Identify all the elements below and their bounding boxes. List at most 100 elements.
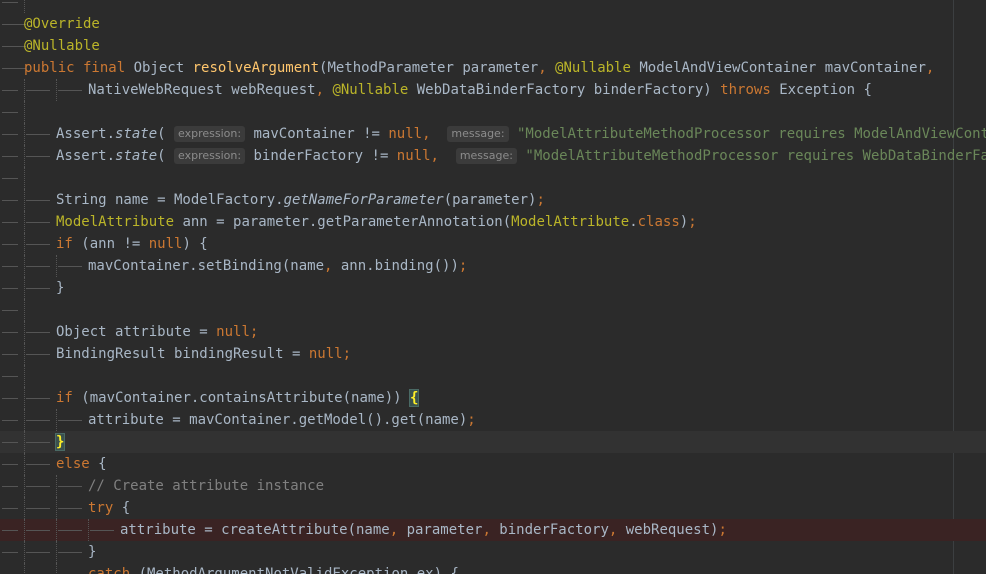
whitespace-marker [2,112,18,113]
whitespace-marker [26,508,50,509]
code-token: ; [536,192,545,208]
code-line[interactable] [0,0,986,13]
code-text[interactable]: attribute = createAttribute(name, parame… [120,519,727,541]
code-token: ( [157,126,175,142]
code-text[interactable]: NativeWebRequest webRequest, @Nullable W… [88,79,872,101]
code-line[interactable]: BindingResult bindingResult = null; [0,343,986,365]
code-token: , [422,126,448,142]
code-line[interactable]: String name = ModelFactory.getNameForPar… [0,189,986,211]
matched-brace: } [54,433,66,451]
code-text[interactable]: try { [88,497,130,519]
code-token: throws [720,82,780,98]
code-text[interactable]: if (ann != null) { [56,233,208,255]
code-token: @Nullable [332,82,417,98]
whitespace-marker [2,552,18,553]
code-line[interactable]: } [0,541,986,563]
code-line[interactable]: if (ann != null) { [0,233,986,255]
indent-guide [24,255,25,277]
indent-guide [24,475,25,497]
code-text[interactable]: } [56,277,64,299]
indent-guide [56,79,57,101]
code-text[interactable]: // Create attribute instance [88,475,324,497]
code-line[interactable]: mavContainer.setBinding(name, ann.bindin… [0,255,986,277]
code-text[interactable]: if (mavContainer.containsAttribute(name)… [56,387,420,409]
code-line[interactable]: public final Object resolveArgument(Meth… [0,57,986,79]
code-text[interactable]: mavContainer.setBinding(name, ann.bindin… [88,255,467,277]
code-line[interactable]: else { [0,453,986,475]
code-token: , [315,82,333,98]
whitespace-marker [26,552,50,553]
indent-guide [56,497,57,519]
code-text[interactable]: catch (MethodArgumentNotValidException e… [88,563,459,574]
code-token: ; [718,522,727,538]
whitespace-marker [2,244,18,245]
whitespace-marker [58,530,82,531]
code-token: Assert. [56,148,116,164]
indent-guide [24,299,25,321]
code-line[interactable]: Assert.state( expression: binderFactory … [0,145,986,167]
code-line[interactable]: @Nullable [0,35,986,57]
code-line[interactable]: Object attribute = null; [0,321,986,343]
code-text[interactable]: ModelAttribute ann = parameter.getParame… [56,211,697,233]
code-line[interactable]: } [0,431,986,453]
code-token: @Nullable [24,38,100,54]
code-line[interactable]: @Override [0,13,986,35]
code-token: mavContainer.setBinding(name [88,258,325,274]
indent-guide [56,409,57,431]
code-text[interactable]: public final Object resolveArgument(Meth… [24,57,934,79]
code-token: @Nullable [555,60,640,76]
code-line[interactable]: // Create attribute instance [0,475,986,497]
code-token: , [324,258,341,274]
code-text[interactable]: Assert.state( expression: mavContainer !… [56,123,986,145]
code-line[interactable]: NativeWebRequest webRequest, @Nullable W… [0,79,986,101]
code-token: , [482,522,500,538]
whitespace-marker [2,376,18,377]
code-line[interactable]: attribute = mavContainer.getModel().get(… [0,409,986,431]
indent-guide [24,343,25,365]
code-token: try [88,500,122,516]
code-text[interactable]: String name = ModelFactory.getNameForPar… [56,189,545,211]
code-line[interactable] [0,365,986,387]
whitespace-marker [26,200,50,201]
code-token: (MethodArgumentNotValidException ex) { [138,566,459,574]
code-token: binderFactory != [245,148,397,164]
whitespace-marker [26,244,50,245]
code-text[interactable]: } [54,431,66,453]
code-token: ) [679,214,689,230]
code-text[interactable]: else { [56,453,107,475]
indent-guide [24,519,25,541]
code-text[interactable]: BindingResult bindingResult = null; [56,343,351,365]
code-editor[interactable]: @Override @Nullable public final Object re… [0,0,986,574]
whitespace-marker [58,508,82,509]
code-text[interactable]: } [88,541,96,563]
code-text[interactable]: Object attribute = null; [56,321,258,343]
whitespace-marker [2,530,18,531]
whitespace-marker [26,398,50,399]
code-token: String name = ModelFactory. [56,192,284,208]
whitespace-marker [2,68,26,69]
code-token: , [925,60,935,76]
indent-guide [56,563,57,574]
code-line[interactable]: if (mavContainer.containsAttribute(name)… [0,387,986,409]
whitespace-marker [2,420,18,421]
code-text[interactable]: @Nullable [24,35,100,57]
code-line[interactable]: try { [0,497,986,519]
whitespace-marker [2,442,18,443]
code-line[interactable]: catch (MethodArgumentNotValidException e… [0,563,986,574]
code-token: null; [216,324,259,340]
code-text[interactable]: attribute = mavContainer.getModel().get(… [88,409,476,431]
code-line[interactable]: } [0,277,986,299]
whitespace-marker [26,464,50,465]
code-text[interactable]: @Override [24,13,100,35]
code-line[interactable] [0,101,986,123]
code-line[interactable]: attribute = createAttribute(name, parame… [0,519,986,541]
whitespace-marker [26,90,50,91]
code-line[interactable]: Assert.state( expression: mavContainer !… [0,123,986,145]
whitespace-marker [26,332,50,333]
code-line[interactable]: ModelAttribute ann = parameter.getParame… [0,211,986,233]
code-line[interactable] [0,299,986,321]
code-text[interactable]: Assert.state( expression: binderFactory … [56,145,986,167]
code-token: attribute = createAttribute(name [120,522,390,538]
code-line[interactable] [0,167,986,189]
whitespace-marker [2,486,18,487]
